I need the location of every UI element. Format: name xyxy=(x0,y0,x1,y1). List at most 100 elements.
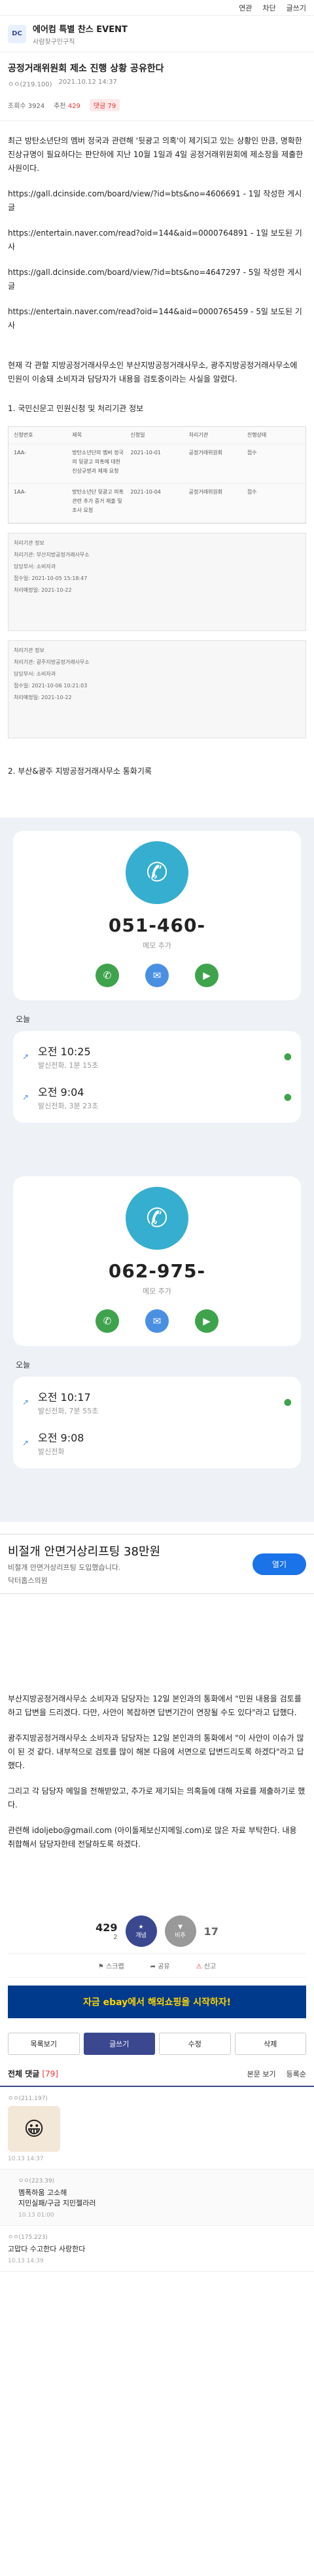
body-paragraph: 현재 각 관할 지방공정거래사무소인 부산지방공정거래사무소, 광주지방공정거래… xyxy=(8,361,298,384)
outgoing-call-icon: ↗ xyxy=(22,1052,29,1061)
comments-header: 전체 댓글 [79] 본문 보기 등록순 xyxy=(0,2061,314,2087)
contact-card: ✆ 051-460- 메모 추가 ✆ ✉ ▶ xyxy=(13,831,301,1000)
call-button[interactable]: ✆ xyxy=(96,1309,119,1333)
ebay-banner[interactable]: 자금 ebay에서 해외쇼핑을 시작하자! xyxy=(8,1986,306,2018)
outgoing-call-icon: ↗ xyxy=(22,1398,29,1407)
call-log-item[interactable]: ↗ 오전 10:25 발신전화, 1분 15초 ● xyxy=(13,1036,301,1077)
comment-item: ㅇㅇ(211.197) 😀 10.13 14:37 xyxy=(0,2087,314,2169)
memo-add[interactable]: 메모 추가 xyxy=(13,1286,301,1296)
outgoing-call-icon: ↗ xyxy=(22,1093,29,1102)
body-link[interactable]: https://entertain.naver.com/read?oid=144… xyxy=(8,227,306,254)
post-title: 공정거래위원회 제소 진행 상황 공유한다 xyxy=(8,63,164,74)
ad-open-button[interactable]: 열기 xyxy=(252,1553,306,1575)
today-label: 오늘 xyxy=(16,1015,31,1024)
comments-label: 전체 댓글 xyxy=(8,2069,40,2078)
call-log-item[interactable]: ↗ 오전 9:04 발신전화, 3분 23초 ● xyxy=(13,1077,301,1117)
bookmark-icon: ⚑ xyxy=(97,1963,104,1970)
agency-info-panel: 처리기관 정보 처리기관: 부산지방공정거래사무소 담당부서: 소비자과 접수일: 2… xyxy=(8,533,306,631)
edit-button[interactable]: 수정 xyxy=(159,2033,231,2055)
table-row: 1AA- 방탄소년단의 멤버 정국의 뒷광고 의혹에 대한 진상규명과 제재 요청… xyxy=(9,444,305,484)
outgoing-call-icon: ↗ xyxy=(22,1438,29,1447)
view-body-toggle[interactable]: 본문 보기 xyxy=(247,2069,276,2079)
video-call-button[interactable]: ▶ xyxy=(195,1309,218,1333)
share-icon: ➦ xyxy=(150,1963,156,1970)
message-button[interactable]: ✉ xyxy=(145,964,169,987)
scrap-button[interactable]: ⚑ 스크랩 xyxy=(98,1961,124,1970)
delete-button[interactable]: 삭제 xyxy=(234,2033,306,2055)
comment-reply: ㅇㅇ(223.39) 멤폭하움 고소해 지민실패/구금 지민젤라러 10.13 … xyxy=(0,2169,314,2226)
memo-add[interactable]: 메모 추가 xyxy=(13,940,301,951)
post-actions: 목록보기 글쓰기 수정 삭제 xyxy=(0,2026,314,2061)
emoticon-image: 😀 xyxy=(8,2106,60,2152)
recording-icon[interactable]: ● xyxy=(284,1397,292,1407)
table-header: 신청번호 제목 신청일 처리기관 진행상태 xyxy=(9,427,305,444)
like-count: 추천 429 xyxy=(54,103,80,110)
comment-nick[interactable]: ㅇㅇ(175.223) xyxy=(8,2232,306,2241)
call-log-item[interactable]: ↗ 오전 9:08 발신전화 xyxy=(13,1423,301,1463)
comment-nick[interactable]: ㅇㅇ(223.39) xyxy=(18,2176,306,2185)
block-link[interactable]: 차단 xyxy=(262,3,275,12)
body-paragraph: 그리고 각 담당자 메일을 전해받았고, 추가로 제기되는 의혹들에 대해 자료… xyxy=(8,1787,305,1809)
recording-icon[interactable]: ● xyxy=(284,1051,292,1062)
petition-table: 신청번호 제목 신청일 처리기관 진행상태 1AA- 방탄소년단의 멤버 정국의 뒷광고 … xyxy=(8,426,306,524)
section-heading: 1. 국민신문고 민원신청 및 처리기관 정보 xyxy=(8,404,144,413)
board-logo[interactable]: DC xyxy=(8,24,26,43)
phone-icon: ✆ xyxy=(126,1187,188,1250)
comment-count-badge[interactable]: 댓글 79 xyxy=(89,99,120,111)
write-link[interactable]: 글쓰기 xyxy=(287,3,306,12)
share-button[interactable]: ➦ 공유 xyxy=(150,1961,170,1970)
body-paragraph: 관련해 idoljebo@gmail.com (아이돌제보신지메일.com)로 … xyxy=(8,1826,297,1849)
report-button[interactable]: ⚠ 신고 xyxy=(196,1961,217,1970)
call-button[interactable]: ✆ xyxy=(96,964,119,987)
write-button[interactable]: 글쓰기 xyxy=(83,2033,155,2055)
sort-select[interactable]: 등록순 xyxy=(287,2069,306,2079)
ad-banner[interactable]: 비절개 안면거상리프팅 38만원 비절개 안면거상리프팅 도입했습니다. 닥터홉… xyxy=(0,1534,314,1594)
phone-icon: ✆ xyxy=(126,841,188,904)
vote-area: 429 2 ★ 개념 ▼ 비추 17 xyxy=(0,1863,314,1953)
message-button[interactable]: ✉ xyxy=(145,1309,169,1333)
agency-info-panel: 처리기관 정보 처리기관: 광주지방공정거래사무소 담당부서: 소비자과 접수일: 2… xyxy=(8,640,306,738)
comment-date: 10.13 14:39 xyxy=(8,2258,44,2264)
body-link[interactable]: https://entertain.naver.com/read?oid=144… xyxy=(8,305,306,333)
recording-icon[interactable]: ● xyxy=(284,1092,292,1102)
post-author[interactable]: ㅇㅇ(219.100) xyxy=(8,79,52,88)
call-log-screenshot-2: ✆ 062-975- 메모 추가 ✆ ✉ ▶ 오늘 ↗ 오전 10:17 발신전화… xyxy=(0,1163,314,1522)
share-row: ⚑ 스크랩 ➦ 공유 ⚠ 신고 xyxy=(8,1953,306,1978)
call-log-list: ↗ 오전 10:25 발신전화, 1분 15초 ● ↗ 오전 9:04 발신전화, … xyxy=(13,1031,301,1123)
today-label: 오늘 xyxy=(16,1360,31,1370)
body-link[interactable]: https://gall.dcinside.com/board/view/?id… xyxy=(8,187,306,215)
post-stats: 조회수 3924 추천 429 댓글 79 xyxy=(0,95,314,121)
related-link[interactable]: 연관 xyxy=(239,3,252,12)
downvote-count: 17 xyxy=(203,1925,218,1938)
contact-card: ✆ 062-975- 메모 추가 ✆ ✉ ▶ xyxy=(13,1176,301,1346)
star-icon: ★ xyxy=(138,1923,144,1931)
comment-item: ㅇㅇ(175.223) 고맙다 수고한다 사랑한다 10.13 14:39 xyxy=(0,2226,314,2272)
post-date: 2021.10.12 14:37 xyxy=(58,79,117,86)
comment-text: 고맙다 수고한다 사랑한다 xyxy=(8,2245,86,2253)
comment-text: 멤폭하움 고소해 지민실패/구금 지민젤라러 xyxy=(18,2188,96,2207)
table-row: 1AA- 방탄소년단 뒷광고 의혹 관련 추가 증거 제출 및 조사 요청 2021… xyxy=(9,484,305,523)
comments-count: [79] xyxy=(42,2069,58,2078)
board-header: DC 에어컴 특별 찬스 EVENT 사람찾구인구직 xyxy=(0,16,314,52)
call-log-item[interactable]: ↗ 오전 10:17 발신전화, 7분 55초 ● xyxy=(13,1382,301,1423)
thumb-down-icon: ▼ xyxy=(178,1923,183,1931)
upvote-sub: 2 xyxy=(113,1934,118,1941)
post-body-continued: 부산지방공정거래사무소 소비자과 담당자는 12일 본인과의 통화에서 "민원 … xyxy=(0,1594,314,1851)
comment-nick[interactable]: ㅇㅇ(211.197) xyxy=(8,2094,306,2102)
board-title[interactable]: 에어컴 특별 찬스 EVENT xyxy=(33,22,128,35)
siren-icon: ⚠ xyxy=(196,1963,202,1970)
body-link[interactable]: https://gall.dcinside.com/board/view/?id… xyxy=(8,266,306,293)
top-menu: 연관 차단 글쓰기 xyxy=(0,0,314,16)
call-log-list: ↗ 오전 10:17 발신전화, 7분 55초 ● ↗ 오전 9:08 발신전화 xyxy=(13,1377,301,1468)
list-button[interactable]: 목록보기 xyxy=(8,2033,80,2055)
phone-number: 062-975- xyxy=(108,1260,206,1282)
upvote-button[interactable]: ★ 개념 xyxy=(125,1915,157,1947)
board-subtitle: 사람찾구인구직 xyxy=(33,38,75,46)
call-log-screenshot-1: ✆ 051-460- 메모 추가 ✆ ✉ ▶ 오늘 ↗ 오전 10:25 발신전화… xyxy=(0,818,314,1163)
body-paragraph: 최근 방탄소년단의 멤버 정국과 관련해 '뒷광고 의혹'이 제기되고 있는 상… xyxy=(8,136,304,173)
video-call-button[interactable]: ▶ xyxy=(195,964,218,987)
section-heading: 2. 부산&광주 지방공정거래사무소 통화기록 xyxy=(8,767,152,776)
ad-title: 비절개 안면거상리프팅 38만원 xyxy=(8,1545,161,1559)
downvote-button[interactable]: ▼ 비추 xyxy=(164,1915,196,1947)
comment-date: 10.13 14:37 xyxy=(8,2156,44,2162)
